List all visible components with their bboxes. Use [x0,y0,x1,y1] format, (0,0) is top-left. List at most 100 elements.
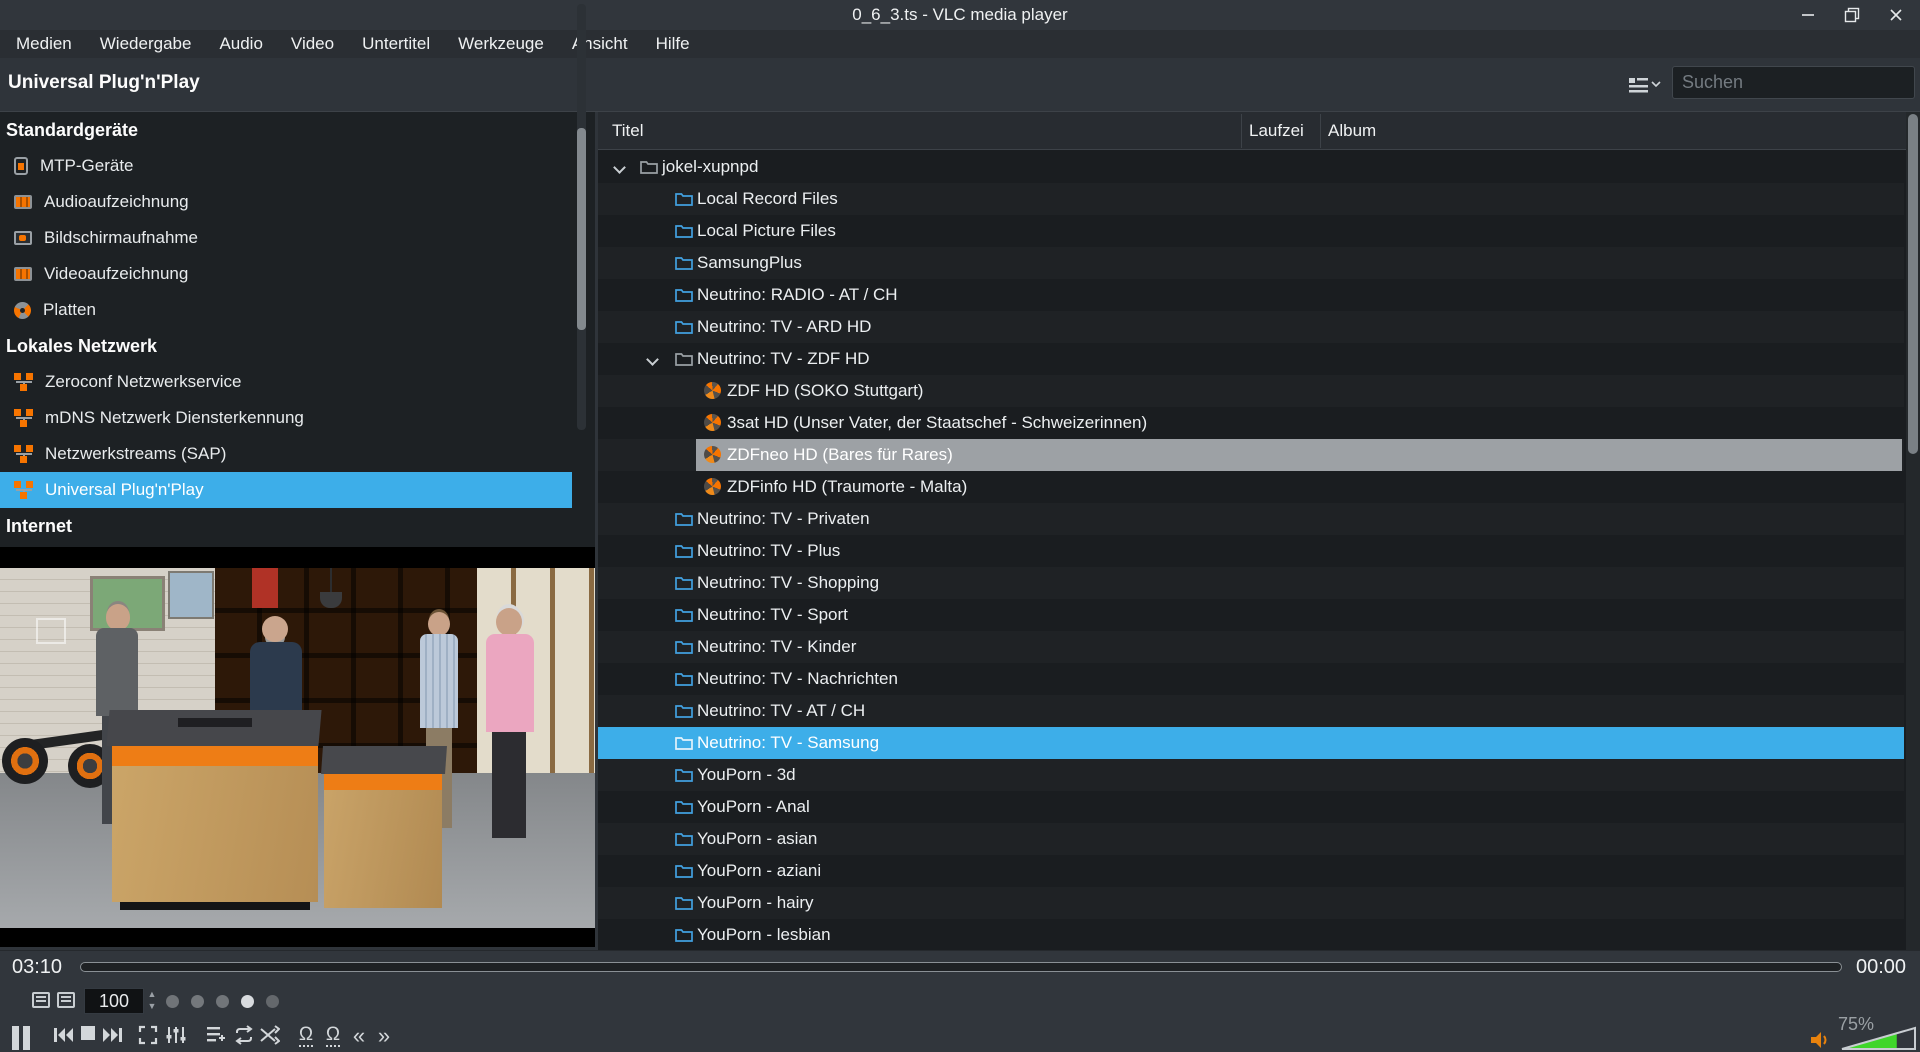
pause-button[interactable] [8,1025,34,1051]
video-lamp [330,568,332,594]
tree-row-zdfinfo-hd-traumorte-malta[interactable]: ZDFinfo HD (Traumorte - Malta) [598,471,1904,503]
status-dot [216,995,229,1008]
menu-medien[interactable]: Medien [2,30,86,58]
sidebar-scrollbar-handle[interactable] [577,128,586,330]
sidebar-item-audioaufzeichnung[interactable]: Audioaufzeichnung [0,184,572,220]
teletext-page-spinbox[interactable] [84,988,144,1014]
slower-button[interactable]: « [349,1025,369,1047]
tree-row-neutrino-tv-ard-hd[interactable]: Neutrino: TV - ARD HD [598,311,1904,343]
tree-row-neutrino-tv-samsung[interactable]: Neutrino: TV - Samsung [598,727,1904,759]
minimize-button[interactable] [1796,4,1820,26]
video-motorcycle-wheel [2,738,48,784]
menu-wiedergabe[interactable]: Wiedergabe [86,30,206,58]
tree-row-label: Neutrino: TV - AT / CH [697,701,865,721]
maximize-button[interactable] [1840,4,1864,26]
tree-row-label: YouPorn - aziani [697,861,821,881]
playlist-scrollbar-handle[interactable] [1908,114,1918,454]
source-sidebar: StandardgeräteMTP-GeräteAudioaufzeichnun… [0,112,595,547]
tree-row-3sat-hd-unser-vater-der-staatschef-schweizerinnen[interactable]: 3sat HD (Unser Vater, der Staatschef - S… [598,407,1904,439]
tree-row-zdfneo-hd-bares-f-r-rares[interactable]: ZDFneo HD (Bares für Rares) [598,439,1904,471]
tree-row-neutrino-tv-plus[interactable]: Neutrino: TV - Plus [598,535,1904,567]
tree-row-label: Neutrino: TV - Samsung [697,733,879,753]
tree-row-neutrino-tv-nachrichten[interactable]: Neutrino: TV - Nachrichten [598,663,1904,695]
video-person-man-head [428,612,450,636]
spinbox-arrows[interactable]: ▲▼ [146,988,158,1014]
tree-row-neutrino-tv-shopping[interactable]: Neutrino: TV - Shopping [598,567,1904,599]
ab-loop-b-button[interactable]: Ω [322,1025,344,1047]
menu-ansicht[interactable]: Ansicht [558,30,642,58]
seek-slider[interactable] [80,962,1842,972]
column-header-laufzei[interactable]: Laufzei [1249,112,1320,150]
view-options-button[interactable] [1628,72,1662,96]
tree-row-label: YouPorn - lesbian [697,925,831,945]
folder-icon [675,223,693,244]
tree-row-neutrino-tv-zdf-hd[interactable]: Neutrino: TV - ZDF HD [598,343,1904,375]
loop-button[interactable] [232,1025,256,1045]
previous-button[interactable] [52,1025,74,1045]
tree-row-youporn-3d[interactable]: YouPorn - 3d [598,759,1904,791]
tree-row-jokel-xupnpd[interactable]: jokel-xupnpd [598,151,1904,183]
video-desk2-body [324,790,442,908]
video-desk1-top [106,710,321,746]
tree-row-neutrino-radio-at-ch[interactable]: Neutrino: RADIO - AT / CH [598,279,1904,311]
column-header-album[interactable]: Album [1328,112,1888,150]
sidebar-item-platten[interactable]: Platten [0,292,572,328]
volume-icon[interactable] [1810,1031,1832,1052]
tree-row-neutrino-tv-sport[interactable]: Neutrino: TV - Sport [598,599,1904,631]
volume-slider[interactable] [1840,1025,1918,1051]
teletext-transparency-button[interactable] [57,992,75,1008]
menu-untertitel[interactable]: Untertitel [348,30,444,58]
sidebar-item-mtp-ger-te[interactable]: MTP-Geräte [0,148,572,184]
teletext-button[interactable] [32,992,50,1008]
shuffle-button[interactable] [259,1025,281,1045]
tree-row-zdf-hd-soko-stuttgart[interactable]: ZDF HD (SOKO Stuttgart) [598,375,1904,407]
next-button[interactable] [102,1025,124,1045]
playlist-panel: TitelLaufzeiAlbum jokel-xupnpd Local Reco… [598,112,1920,950]
tree-row-neutrino-tv-at-ch[interactable]: Neutrino: TV - AT / CH [598,695,1904,727]
tree-row-youporn-hairy[interactable]: YouPorn - hairy [598,887,1904,919]
fullscreen-button[interactable] [137,1025,159,1045]
tree-row-samsungplus[interactable]: SamsungPlus [598,247,1904,279]
tree-row-local-record-files[interactable]: Local Record Files [598,183,1904,215]
sidebar-item-label: Netzwerkstreams (SAP) [45,444,226,464]
tree-row-label: SamsungPlus [697,253,802,273]
column-header-titel[interactable]: Titel [612,112,1241,150]
tree-row-local-picture-files[interactable]: Local Picture Files [598,215,1904,247]
screen-capture-icon [14,231,32,245]
playlist-button[interactable] [205,1025,227,1043]
tree-row-youporn-asian[interactable]: YouPorn - asian [598,823,1904,855]
sidebar-item-mdns-netzwerk-diensterkennung[interactable]: mDNS Netzwerk Diensterkennung [0,400,572,436]
sidebar-item-bildschirmaufnahme[interactable]: Bildschirmaufnahme [0,220,572,256]
sidebar-item-universal-plug-n-play[interactable]: Universal Plug'n'Play [0,472,572,508]
tree-row-youporn-anal[interactable]: YouPorn - Anal [598,791,1904,823]
expander-chevron-icon[interactable] [646,353,659,366]
title-bar[interactable]: 0_6_3.ts - VLC media player [0,0,1920,30]
folder-icon [675,287,693,308]
tree-row-neutrino-tv-privaten[interactable]: Neutrino: TV - Privaten [598,503,1904,535]
tree-row-label: jokel-xupnpd [662,157,758,177]
folder-icon [675,671,693,692]
search-input[interactable] [1672,66,1915,99]
folder-icon [675,831,693,852]
sidebar-item-zeroconf-netzwerkservice[interactable]: Zeroconf Netzwerkservice [0,364,572,400]
menu-hilfe[interactable]: Hilfe [642,30,704,58]
menu-video[interactable]: Video [277,30,348,58]
sidebar-item-videoaufzeichnung[interactable]: Videoaufzeichnung [0,256,572,292]
close-button[interactable] [1884,4,1908,26]
video-person-host-head [106,604,130,630]
faster-button[interactable]: » [374,1025,394,1047]
ab-loop-a-button[interactable]: Ω [295,1025,317,1047]
extended-settings-button[interactable] [164,1025,188,1045]
tree-row-neutrino-tv-kinder[interactable]: Neutrino: TV - Kinder [598,631,1904,663]
tree-row-youporn-lesbian[interactable]: YouPorn - lesbian [598,919,1904,950]
folder-icon [675,511,693,532]
expander-chevron-icon[interactable] [613,161,626,174]
stop-button[interactable] [79,1025,97,1041]
time-remaining: 00:00 [1856,956,1906,979]
sidebar-item-netzwerkstreams-sap[interactable]: Netzwerkstreams (SAP) [0,436,572,472]
video-preview[interactable] [0,547,595,947]
tree-row-youporn-aziani[interactable]: YouPorn - aziani [598,855,1904,887]
menu-werkzeuge[interactable]: Werkzeuge [444,30,558,58]
playlist-tree: jokel-xupnpd Local Record FilesLocal Pict… [598,151,1906,950]
menu-audio[interactable]: Audio [205,30,276,58]
